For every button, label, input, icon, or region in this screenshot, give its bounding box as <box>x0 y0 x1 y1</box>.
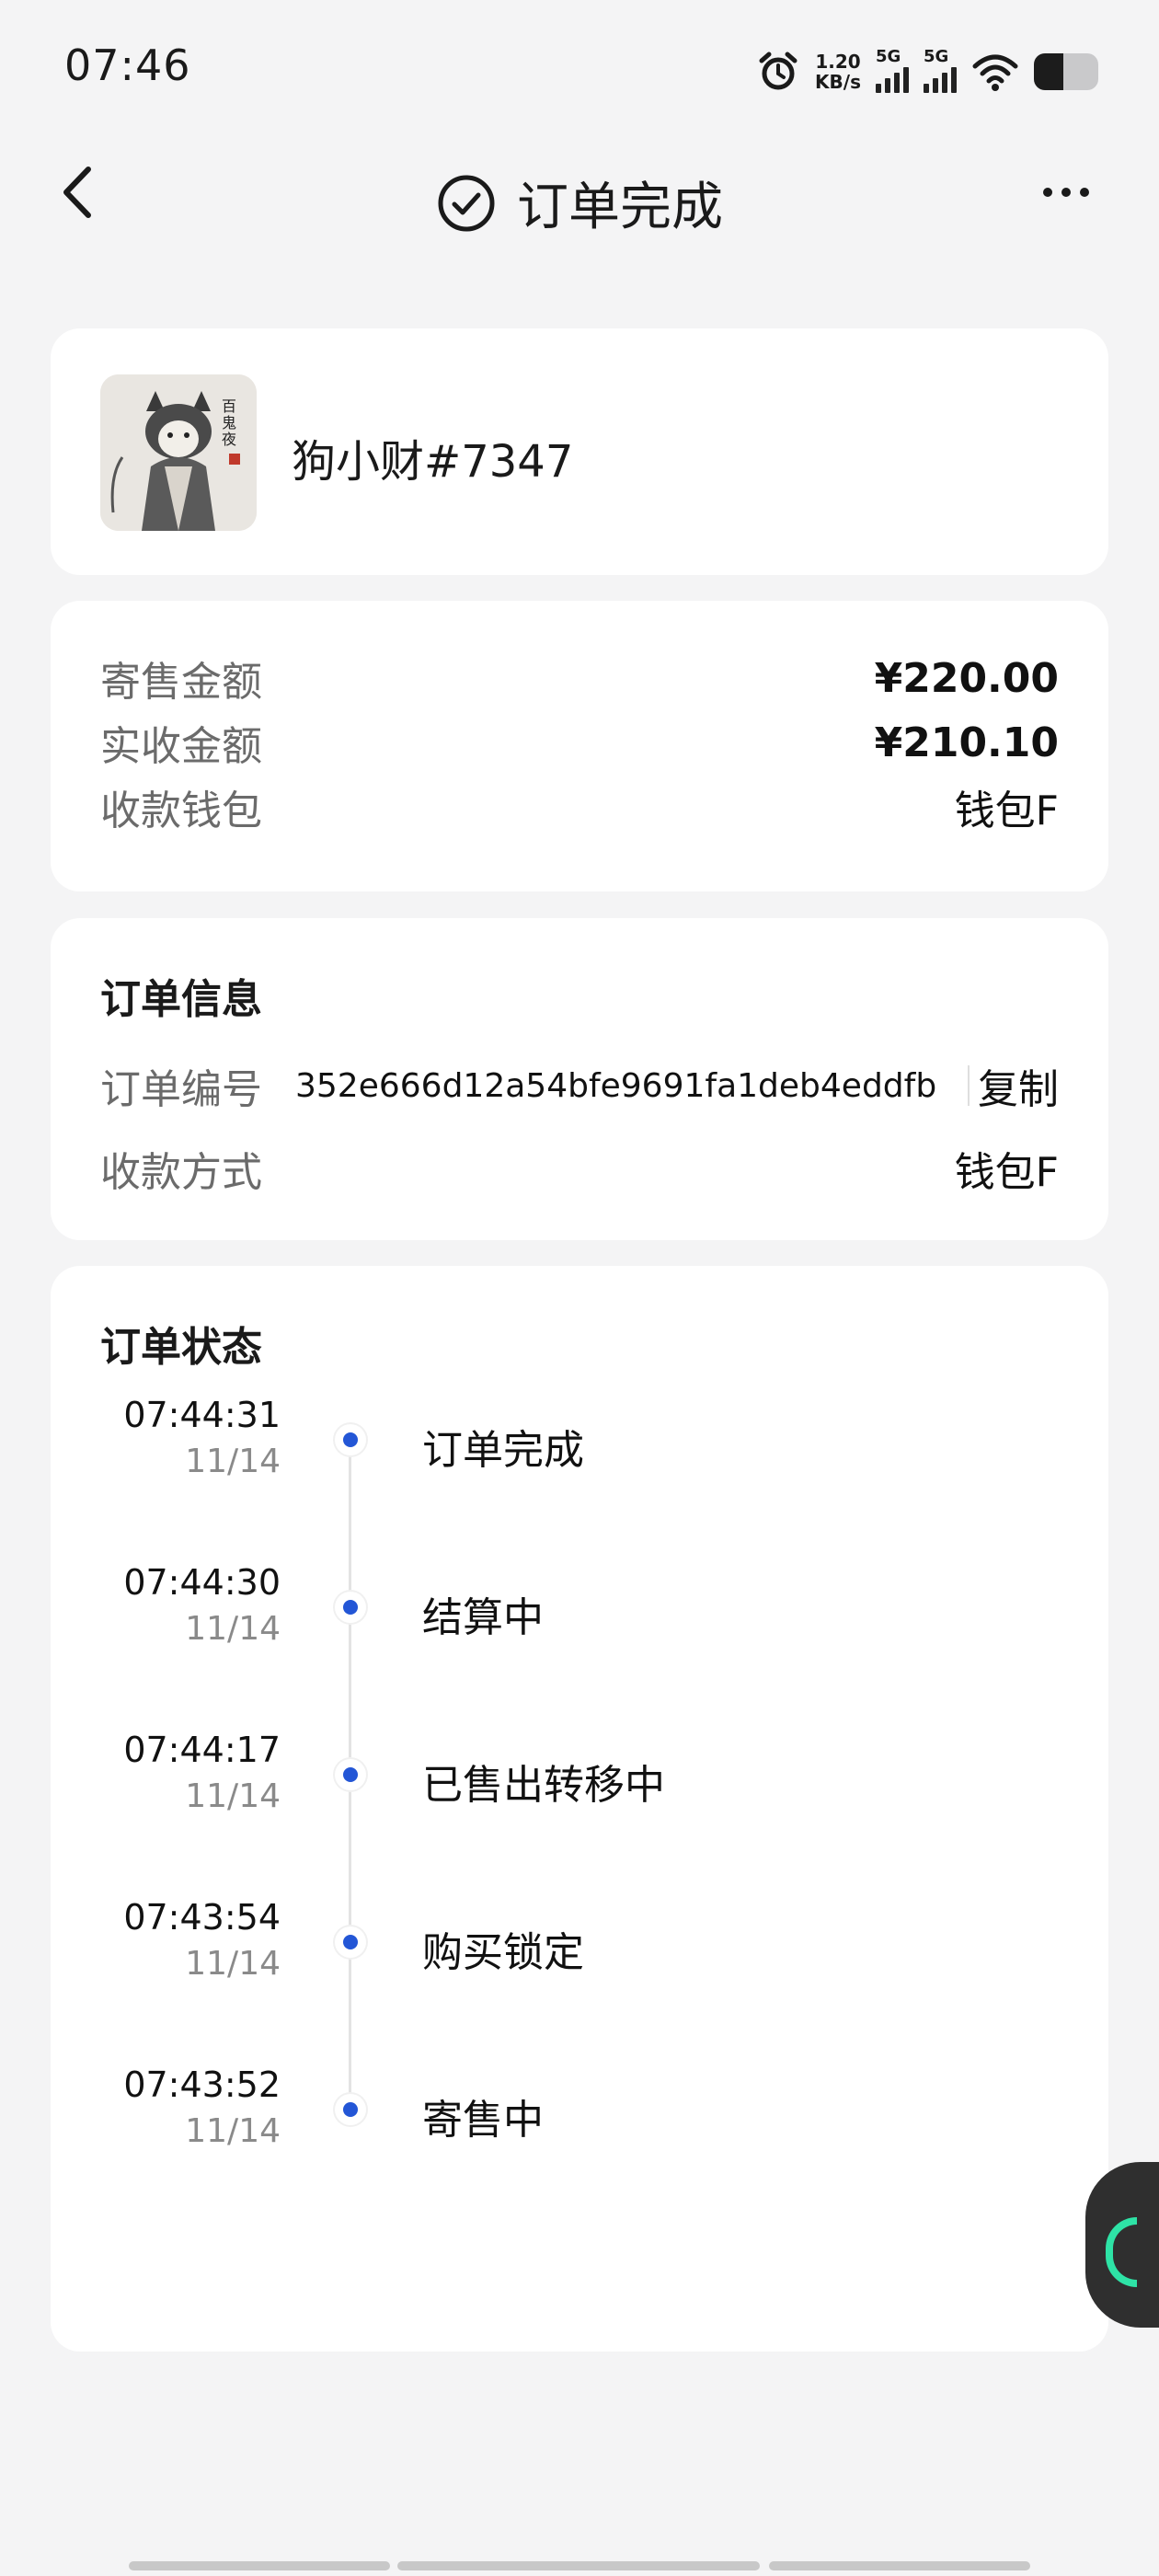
status-bar: 07:46 1.20 KB/s 5G 5G <box>0 0 1159 138</box>
received-amount-value: ¥210.10 <box>874 719 1059 766</box>
alarm-icon <box>759 52 798 90</box>
timeline-dot-icon <box>335 1759 366 1790</box>
order-info-card: 订单信息 订单编号 352e666d12a54bfe9691fa1deb4edd… <box>51 918 1108 1240</box>
divider <box>968 1065 970 1106</box>
order-status-card: 订单状态 07:44:31 11/14 订单完成 07:44:30 11/14 … <box>51 1266 1108 2352</box>
timeline-status: 已售出转移中 <box>422 1762 665 1809</box>
status-icons: 1.20 KB/s 5G 5G <box>756 46 1098 98</box>
network-speed-value: 1.20 <box>815 51 861 73</box>
timeline-time: 07:44:30 <box>123 1562 281 1603</box>
network-speed-unit: KB/s <box>815 71 861 93</box>
copy-button[interactable]: 复制 <box>978 1056 1059 1115</box>
nft-name: 狗小财#7347 <box>292 436 574 488</box>
timeline-date: 11/14 <box>185 1610 281 1648</box>
signal-label: 5G <box>924 47 949 66</box>
more-button[interactable] <box>1043 178 1098 206</box>
consign-amount-label: 寄售金额 <box>100 659 262 706</box>
payment-method-row: 收款方式 钱包F <box>100 1139 1059 1198</box>
timeline-dot-icon <box>335 2094 366 2125</box>
wifi-icon <box>972 54 1018 91</box>
nft-artwork-image: 百 鬼 夜 <box>100 374 257 531</box>
timeline-time: 07:43:54 <box>123 1897 281 1938</box>
timeline-status: 购买锁定 <box>422 1929 584 1976</box>
timeline-time: 07:43:52 <box>123 2064 281 2105</box>
payment-method-label: 收款方式 <box>100 1149 262 1196</box>
order-info-title: 订单信息 <box>100 976 262 1023</box>
more-dots-icon <box>1043 188 1052 197</box>
timeline-item: 07:43:52 11/14 寄售中 <box>51 2064 1108 2175</box>
order-status-title: 订单状态 <box>100 1324 262 1371</box>
network-speed: 1.20 KB/s <box>815 52 861 92</box>
signal-5g-1: 5G <box>876 47 909 93</box>
svg-text:鬼: 鬼 <box>222 414 236 431</box>
nft-card[interactable]: 百 鬼 夜 狗小财#7347 <box>51 328 1108 575</box>
check-circle-icon <box>438 175 495 231</box>
timeline-date: 11/14 <box>185 1777 281 1815</box>
timeline-dot-icon <box>335 1592 366 1623</box>
status-time: 07:46 <box>64 40 191 90</box>
payment-method-value: 钱包F <box>954 1149 1059 1196</box>
timeline-date: 11/14 <box>185 1443 281 1480</box>
nft-thumbnail: 百 鬼 夜 <box>100 374 257 531</box>
timeline-item: 07:44:31 11/14 订单完成 <box>51 1395 1108 1505</box>
timeline-status: 寄售中 <box>422 2097 544 2144</box>
battery-icon <box>1034 53 1098 90</box>
svg-text:夜: 夜 <box>222 431 236 448</box>
signal-bars-icon <box>876 67 909 93</box>
timeline-time: 07:44:31 <box>123 1395 281 1435</box>
timeline-time: 07:44:17 <box>123 1730 281 1770</box>
floating-assistant-button[interactable] <box>1085 2162 1159 2328</box>
page-title: 订单完成 <box>0 166 1159 240</box>
timeline-item: 07:44:30 11/14 结算中 <box>51 1562 1108 1673</box>
timeline-dot-icon <box>335 1424 366 1455</box>
wallet-label: 收款钱包 <box>100 788 262 834</box>
timeline-status: 订单完成 <box>422 1427 584 1474</box>
home-indicator[interactable] <box>0 2561 1159 2576</box>
amount-card: 寄售金额 ¥220.00 实收金额 ¥210.10 收款钱包 钱包F <box>51 601 1108 891</box>
order-id-label: 订单编号 <box>100 1066 262 1113</box>
svg-text:百: 百 <box>222 397 236 415</box>
nav-bar: 订单完成 <box>0 138 1159 248</box>
received-amount-label: 实收金额 <box>100 723 262 770</box>
signal-bars-icon <box>924 67 957 93</box>
timeline-item: 07:43:54 11/14 购买锁定 <box>51 1897 1108 2007</box>
timeline-item: 07:44:17 11/14 已售出转移中 <box>51 1730 1108 1840</box>
timeline-status: 结算中 <box>422 1594 544 1641</box>
signal-label: 5G <box>876 47 901 66</box>
consign-amount-value: ¥220.00 <box>874 654 1059 702</box>
order-id-value: 352e666d12a54bfe9691fa1deb4eddfb <box>295 1066 937 1105</box>
signal-5g-2: 5G <box>924 47 957 93</box>
consign-amount-row: 寄售金额 ¥220.00 <box>100 649 1059 707</box>
timeline-dot-icon <box>335 1926 366 1958</box>
wallet-row: 收款钱包 钱包F <box>100 777 1059 836</box>
timeline-date: 11/14 <box>185 2112 281 2150</box>
received-amount-row: 实收金额 ¥210.10 <box>100 713 1059 772</box>
wallet-value: 钱包F <box>954 788 1059 834</box>
timeline-date: 11/14 <box>185 1945 281 1983</box>
order-id-row: 订单编号 352e666d12a54bfe9691fa1deb4eddfb 复制 <box>100 1056 1059 1115</box>
page-title-text: 订单完成 <box>517 178 723 237</box>
